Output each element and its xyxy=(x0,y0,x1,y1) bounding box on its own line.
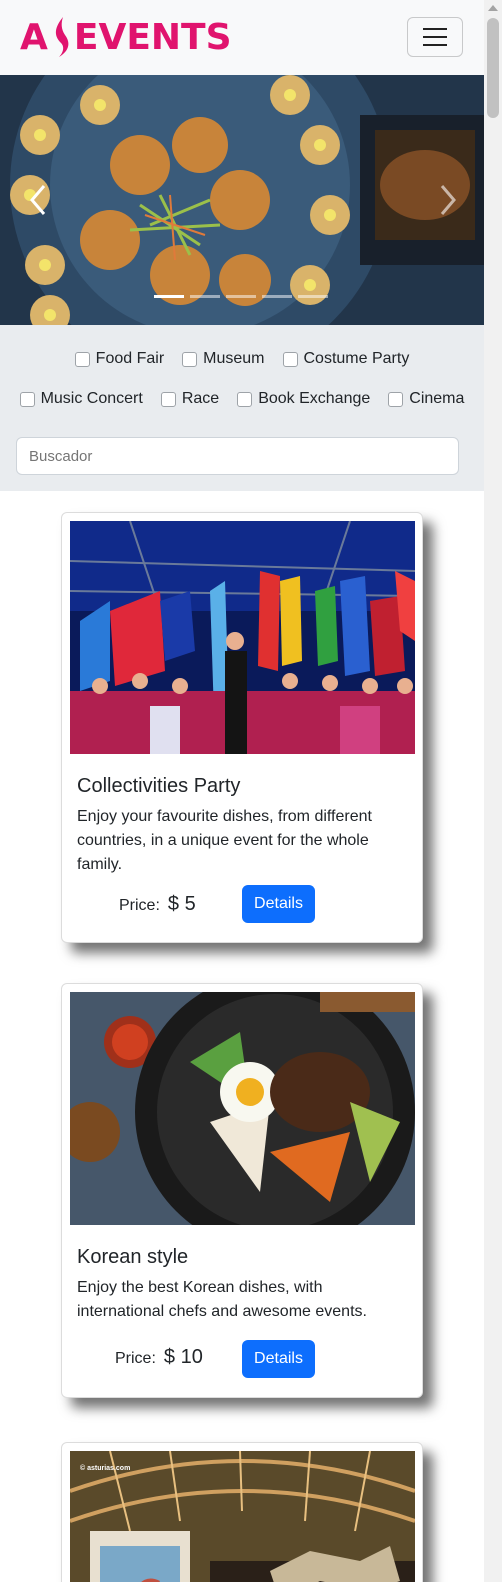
category-checkbox-cinema[interactable]: Cinema xyxy=(388,390,464,408)
price-value: $ 5 xyxy=(167,893,196,915)
brand-initial: A xyxy=(20,16,48,58)
carousel-prev-button[interactable] xyxy=(18,175,58,225)
carousel-slide-image xyxy=(0,75,484,325)
category-row: Food Fair Museum Costume Party xyxy=(0,350,484,368)
category-label: Book Exchange xyxy=(258,390,371,407)
event-description: Enjoy your favourite dishes, from differ… xyxy=(77,808,372,873)
chevron-left-icon xyxy=(30,185,46,215)
event-image xyxy=(70,992,415,1225)
category-checkbox-food-fair[interactable]: Food Fair xyxy=(74,350,165,368)
image-caption: © asturias.com xyxy=(80,1465,131,1472)
category-checkbox-book-exchange[interactable]: Book Exchange xyxy=(237,390,370,408)
navbar: A EVENTS xyxy=(0,0,484,75)
category-checkbox-museum[interactable]: Museum xyxy=(182,350,265,368)
category-row: Music Concert Race Book Exchange Cinema xyxy=(0,390,484,408)
price-label: Price: xyxy=(115,1350,156,1367)
category-label: Food Fair xyxy=(95,350,165,367)
category-checkbox-music-concert[interactable]: Music Concert xyxy=(19,390,143,408)
event-price: Price: $ 5 xyxy=(119,893,196,916)
checkbox[interactable] xyxy=(282,351,298,367)
carousel-indicator[interactable] xyxy=(190,295,220,298)
category-checkbox-race[interactable]: Race xyxy=(160,390,220,408)
event-title: Collectivities Party xyxy=(77,775,241,797)
event-card: Collectivities Party Enjoy your favourit… xyxy=(61,512,423,943)
carousel-indicator[interactable] xyxy=(154,295,184,298)
price-label: Price: xyxy=(119,897,160,914)
event-description: Enjoy the best Korean dishes, with inter… xyxy=(77,1279,367,1320)
category-label: Costume Party xyxy=(303,350,410,367)
event-card: Korean style Enjoy the best Korean dishe… xyxy=(61,983,423,1398)
checkbox[interactable] xyxy=(74,351,90,367)
details-button[interactable]: Details xyxy=(242,1340,315,1378)
carousel-indicator[interactable] xyxy=(226,295,256,298)
checkbox[interactable] xyxy=(19,391,35,407)
filter-panel: Food Fair Museum Costume Party Music Con… xyxy=(0,325,484,491)
carousel-indicator[interactable] xyxy=(298,295,328,298)
event-image xyxy=(70,521,415,754)
event-price: Price: $ 10 xyxy=(115,1346,203,1369)
carousel-next-button[interactable] xyxy=(428,175,468,225)
checkbox[interactable] xyxy=(388,391,404,407)
category-label: Museum xyxy=(203,350,265,367)
chevron-right-icon xyxy=(440,185,456,215)
brand-logo[interactable]: A EVENTS xyxy=(20,12,232,62)
category-checkbox-costume-party[interactable]: Costume Party xyxy=(282,350,410,368)
page-scrollbar[interactable] xyxy=(484,0,502,1582)
carousel-indicator[interactable] xyxy=(262,295,292,298)
category-label: Music Concert xyxy=(40,390,143,407)
checkbox[interactable] xyxy=(160,391,176,407)
search-input[interactable] xyxy=(16,437,459,475)
price-value: $ 10 xyxy=(163,1346,203,1368)
event-image: © asturias.com xyxy=(70,1451,415,1582)
carousel-indicators xyxy=(154,295,328,298)
hamburger-icon xyxy=(423,28,447,30)
checkbox[interactable] xyxy=(182,351,198,367)
scroll-up-icon[interactable] xyxy=(488,5,498,11)
category-label: Race xyxy=(181,390,220,407)
event-card: © asturias.com xyxy=(61,1442,423,1582)
navbar-toggle-button[interactable] xyxy=(407,17,463,57)
category-label: Cinema xyxy=(409,390,465,407)
scrollbar-thumb[interactable] xyxy=(487,18,499,118)
brand-name: EVENTS xyxy=(73,16,232,58)
flame-icon xyxy=(55,17,69,57)
image-carousel xyxy=(0,75,484,325)
details-button[interactable]: Details xyxy=(242,885,315,923)
checkbox[interactable] xyxy=(237,391,253,407)
event-title: Korean style xyxy=(77,1246,189,1268)
